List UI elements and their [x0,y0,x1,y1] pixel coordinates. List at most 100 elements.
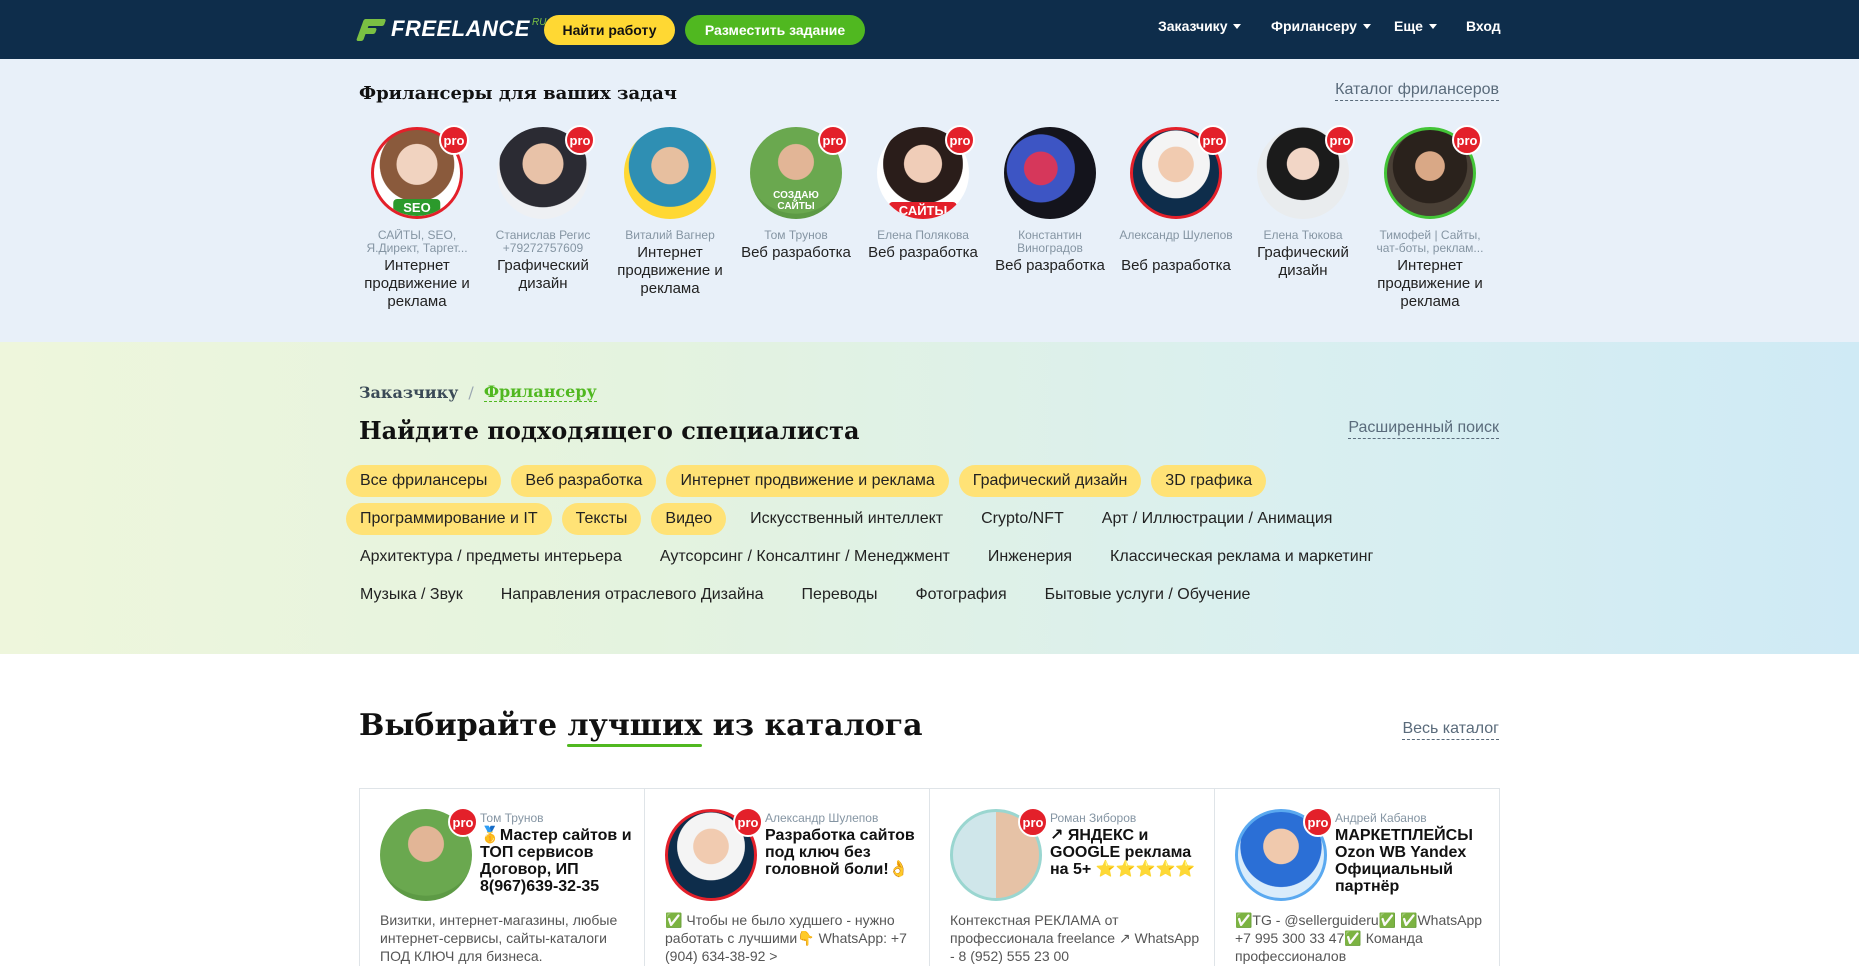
card-title[interactable]: МАРКЕТПЛЕЙСЫ Ozon WB Yandex Официальный … [1335,827,1495,895]
category-chip[interactable]: Видео [651,503,727,535]
category-chip[interactable]: Музыка / Звук [346,579,477,611]
freelancer-name: Александр Шулепов [1119,229,1233,242]
freelancer-name: Том Трунов [764,229,828,242]
category-chip[interactable]: Графический дизайн [958,465,1142,497]
freelancer-specialty: Интернет продвижение и реклама [617,244,723,297]
breadcrumb-freelancer[interactable]: Фрилансеру [483,382,597,402]
freelancer-name: САЙТЫ, SEO, Я.Директ, Таргет... [366,229,468,255]
freelancer-specialty: Графический дизайн [1257,244,1349,279]
category-chip[interactable]: Искусственный интеллект [736,503,957,535]
freelancer-card[interactable]: Константин Виноградов Веб разработка [990,127,1110,275]
freelancer-card[interactable]: pro Тимофей | Сайты, чат-боты, реклам...… [1370,125,1490,311]
freelancer-card[interactable]: pro Елена Тюкова Графический дизайн [1243,125,1363,280]
pro-badge: pro [945,125,975,155]
catalog-card[interactable]: pro Александр Шулепов Разработка сайтов … [645,789,930,966]
post-task-button[interactable]: Разместить задание [685,15,865,45]
catalog-card[interactable]: pro Андрей Кабанов МАРКЕТПЛЕЙСЫ Ozon WB … [1215,789,1499,966]
freelancer-name: Тимофей | Сайты, чат-боты, реклам... [1376,229,1484,255]
advanced-search-link[interactable]: Расширенный поиск [1348,419,1499,439]
freelancer-card[interactable]: pro Станислав Регис +79272757609 Графиче… [483,125,603,293]
freelancer-card[interactable]: САЙТЫ pro Елена Полякова Веб разработка [863,125,983,262]
category-chip[interactable]: Бытовые услуги / Обучение [1031,579,1265,611]
chevron-down-icon [1428,23,1437,29]
card-description: Визитки, интернет-магазины, любые интерн… [380,912,618,964]
card-description: ✅TG - @sellerguideru✅ ✅WhatsApp +7 995 3… [1235,912,1483,964]
category-row-1: Все фрилансеры Веб разработка Интернет п… [346,465,1276,497]
chevron-down-icon [1362,23,1371,29]
logo-text: FREELANCE [391,16,530,41]
category-chip[interactable]: Программирование и IT [346,503,552,535]
avatar-badge: СОЗДАЮ САЙТЫ [773,190,819,212]
freelancer-card[interactable]: SEO pro САЙТЫ, SEO, Я.Директ, Таргет... … [357,125,477,311]
nav-freelancer[interactable]: Фрилансеру [1271,18,1371,34]
card-description: ✅ Чтобы не было худшего - нужно работать… [665,912,907,964]
category-chip[interactable]: Веб разработка [511,465,657,497]
avatar-badge: САЙТЫ [888,202,958,219]
pro-badge: pro [733,807,763,837]
freelancer-card[interactable]: pro Александр Шулепов Веб разработка [1116,125,1236,275]
avatar [1004,127,1096,219]
freelancer-name: Константин Виноградов [1017,229,1083,255]
freelancer-name: Елена Тюкова [1263,229,1343,242]
category-chip[interactable]: Инженерия [974,541,1086,573]
freelancer-specialty: Веб разработка [868,244,978,261]
category-row-4: Музыка / Звук Направления отраслевого Ди… [346,579,1274,611]
category-chip[interactable]: Интернет продвижение и реклама [666,465,949,497]
freelancer-specialty: Веб разработка [741,244,851,261]
all-catalog-link[interactable]: Весь каталог [1402,720,1499,740]
category-chip[interactable]: Классическая реклама и маркетинг [1096,541,1387,573]
freelancer-catalog-link[interactable]: Каталог фрилансеров [1335,81,1499,101]
title-part: из каталога [702,708,923,743]
nav-freelancer-label: Фрилансеру [1271,18,1357,34]
title-part: Выбирайте [359,708,568,743]
category-row-2: Программирование и IT Тексты Видео Искус… [346,503,1356,535]
category-chip[interactable]: Crypto/NFT [967,503,1078,535]
card-author: Том Трунов [480,811,544,825]
catalog-card[interactable]: pro Том Трунов 🥇Мастер сайтов и ТОП серв… [360,789,645,966]
pro-badge: pro [448,807,478,837]
card-title[interactable]: Разработка сайтов под ключ без головной … [765,827,925,878]
pro-badge: pro [1303,807,1333,837]
freelancer-specialty: Интернет продвижение и реклама [364,257,470,310]
site-logo[interactable]: FREELANCE RU [355,14,546,44]
breadcrumb-separator: / [468,382,474,402]
freelancer-name: Станислав Регис +79272757609 [495,229,591,255]
freelancer-card[interactable]: СОЗДАЮ САЙТЫ pro Том Трунов Веб разработ… [736,125,856,262]
card-author: Александр Шулепов [765,811,879,825]
nav-more[interactable]: Еще [1394,18,1437,34]
category-chip[interactable]: Все фрилансеры [346,465,502,497]
pro-badge: pro [1452,125,1482,155]
breadcrumb-customer[interactable]: Заказчику [359,383,458,402]
category-chip[interactable]: Направления отраслевого Дизайна [487,579,778,611]
category-chip[interactable]: Аутсорсинг / Консалтинг / Менеджмент [646,541,964,573]
top-header: FREELANCE RU Найти работу Разместить зад… [0,0,1859,59]
freelancer-specialty: Графический дизайн [497,257,589,292]
freelancer-name: Виталий Вагнер [625,229,715,242]
title-highlight: лучших [567,708,703,743]
category-chip[interactable]: Переводы [788,579,892,611]
category-chip[interactable]: Арт / Иллюстрации / Анимация [1088,503,1347,535]
card-title[interactable]: ↗ ЯНДЕКС и GOOGLE реклама на 5+ ⭐⭐⭐⭐⭐ [1050,827,1210,878]
freelancer-card[interactable]: Виталий Вагнер Интернет продвижение и ре… [610,127,730,298]
freelancer-specialty: Интернет продвижение и реклама [1377,257,1483,310]
breadcrumb: Заказчику / Фрилансеру [359,382,597,402]
category-chip[interactable]: Фотография [901,579,1020,611]
pro-badge: pro [1018,807,1048,837]
card-author: Андрей Кабанов [1335,811,1427,825]
avatar [624,127,716,219]
pro-badge: pro [1325,125,1355,155]
nav-more-label: Еще [1394,18,1423,34]
category-chip[interactable]: 3D графика [1151,465,1267,497]
pro-badge: pro [1198,125,1228,155]
nav-customer[interactable]: Заказчику [1158,18,1242,34]
nav-login[interactable]: Вход [1466,18,1501,34]
catalog-card[interactable]: pro Роман Зиборов ↗ ЯНДЕКС и GOOGLE рекл… [930,789,1215,966]
find-work-button[interactable]: Найти работу [544,15,675,45]
chevron-down-icon [1233,23,1242,29]
category-chip[interactable]: Тексты [561,503,642,535]
card-title[interactable]: 🥇Мастер сайтов и ТОП сервисов Договор, И… [480,827,640,895]
avatar-badge: SEO [393,199,441,216]
category-chip[interactable]: Архитектура / предметы интерьера [346,541,636,573]
featured-freelancers-section: Фрилансеры для ваших задач Каталог фрила… [0,59,1859,342]
category-row-3: Архитектура / предметы интерьера Аутсорс… [346,541,1397,573]
